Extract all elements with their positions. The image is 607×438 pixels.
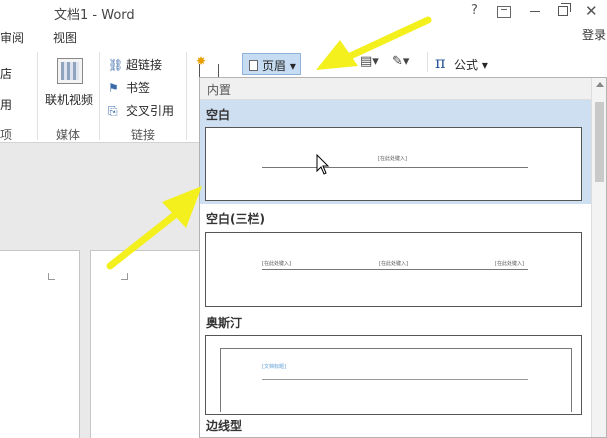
hyperlink-button[interactable]: ⛓ 超链接 (108, 56, 162, 73)
header-rule (262, 269, 528, 270)
document-page[interactable] (0, 250, 80, 438)
title-bar: 文档1 - Word ? ✕ (0, 0, 607, 24)
page-icon (249, 60, 258, 71)
annotation-arrow-icon (106, 186, 202, 270)
header-template-austin[interactable]: [文档标题] (205, 335, 582, 415)
cross-reference-label: 交叉引用 (126, 104, 175, 118)
header-button-label: 页眉 (262, 59, 287, 73)
restore-icon[interactable] (558, 3, 571, 16)
help-button[interactable]: ? (471, 3, 478, 18)
gallery-section-builtin: 内置 (200, 78, 592, 100)
group-divider (186, 52, 187, 140)
bookmark-button[interactable]: ⚑ 书签 (108, 79, 150, 96)
mouse-cursor-icon (316, 154, 330, 175)
scroll-thumb[interactable] (595, 102, 604, 182)
gallery-item-title: 奥斯汀 (206, 316, 243, 330)
equation-button[interactable]: 公式 ▾ (454, 56, 488, 73)
store-button[interactable]: 店 (0, 65, 12, 82)
header-rule (262, 167, 528, 168)
online-video-button[interactable]: 联机视频 (45, 91, 93, 108)
placeholder-text: [在此处键入] (495, 261, 524, 267)
bookmark-label: 书签 (126, 81, 151, 95)
tab-review[interactable]: 审阅 (0, 29, 24, 46)
comment-icon[interactable]: ✸ (196, 54, 219, 80)
group-label-links: 链接 (131, 128, 156, 142)
gallery-scrollbar[interactable] (591, 78, 606, 437)
my-apps-button[interactable]: 用 (0, 96, 12, 113)
group-label-apps: 项 (0, 128, 13, 142)
header-dropdown-button[interactable]: 页眉 ▾ (242, 53, 301, 75)
header-template-blank-three-column[interactable]: [在此处键入] [在此处键入] [在此处键入] (205, 232, 582, 307)
austin-frame (220, 348, 572, 412)
gallery-item-title: 空白(三栏) (206, 212, 265, 226)
scroll-up-icon[interactable] (596, 82, 604, 87)
cross-reference-icon: ⎘ (108, 104, 118, 118)
header-rule (262, 379, 528, 380)
annotation-arrow-icon (316, 16, 432, 70)
online-video-icon[interactable] (57, 58, 83, 84)
placeholder-text: [在此处键入] (262, 261, 291, 267)
ribbon-display-options-icon[interactable] (497, 6, 511, 18)
window-title: 文档1 - Word (54, 8, 135, 23)
group-divider (37, 52, 38, 140)
cross-reference-button[interactable]: ⎘ 交叉引用 (108, 102, 174, 119)
placeholder-text: [文档标题] (262, 364, 286, 370)
hyperlink-label: 超链接 (126, 58, 163, 72)
tab-view[interactable]: 视图 (53, 29, 77, 46)
gallery-item-title: 边线型 (206, 419, 243, 433)
link-icon: ⛓ (108, 58, 124, 72)
group-divider (99, 52, 100, 140)
minimize-icon[interactable] (530, 11, 540, 12)
placeholder-text: [在此处键入] (379, 261, 408, 267)
placeholder-text: [在此处键入] (378, 156, 407, 162)
crop-mark (48, 273, 55, 280)
bookmark-flag-icon: ⚑ (108, 81, 119, 95)
document-page[interactable] (90, 250, 210, 438)
ribbon-tabs: 审阅 视图 (0, 24, 607, 48)
sign-in-link[interactable]: 登录 (582, 26, 606, 43)
close-button[interactable]: ✕ (585, 2, 598, 20)
gallery-item-title: 空白 (206, 108, 231, 122)
header-gallery: 内置 空白 [在此处键入] 空白(三栏) [在此处键入] [在此处键入] [在此… (199, 77, 607, 438)
group-label-media: 媒体 (56, 128, 81, 142)
header-template-blank[interactable]: [在此处键入] (205, 127, 582, 201)
equation-pi-icon[interactable]: π (435, 53, 446, 72)
